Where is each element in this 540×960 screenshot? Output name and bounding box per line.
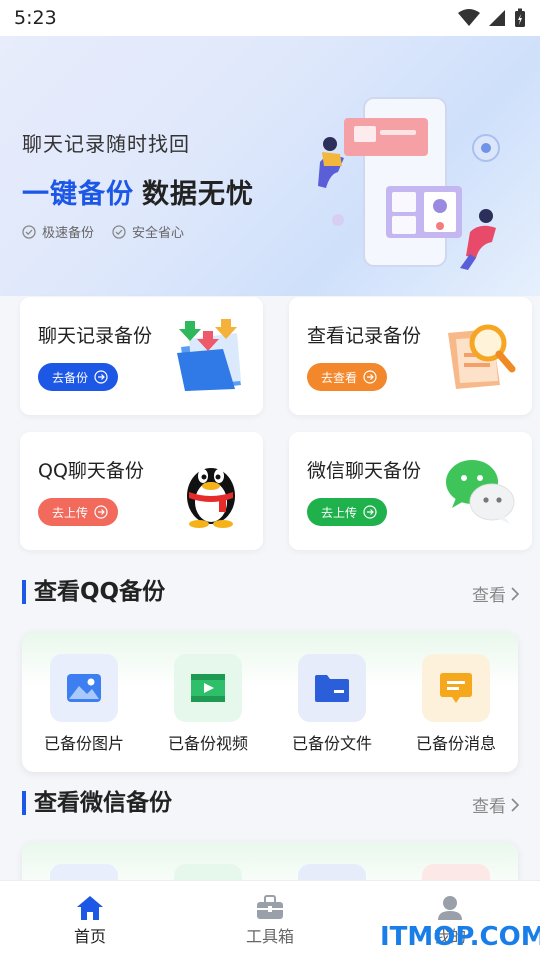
hero-subtitle: 聊天记录随时找回	[22, 132, 190, 156]
battery-icon	[515, 8, 525, 27]
status-icons	[458, 8, 526, 28]
hero-tag: 安全省心	[112, 222, 184, 241]
card-title: 查看记录备份	[307, 325, 422, 347]
chevron-right-icon	[511, 797, 520, 812]
qq-more-link[interactable]: 查看	[472, 581, 520, 606]
wechat-upload-button[interactable]: 去上传	[307, 498, 388, 526]
status-bar: 5:23	[0, 0, 540, 36]
button-label: 去上传	[52, 505, 89, 520]
hero-illustration	[318, 97, 500, 270]
backed-up-images[interactable]: 已备份图片	[22, 654, 146, 754]
folder-icon	[298, 654, 366, 722]
signal-icon	[489, 10, 505, 26]
arrow-circle-icon	[94, 505, 108, 519]
wechat-more-link[interactable]: 查看	[472, 792, 520, 817]
card-wechat-backup[interactable]: 微信聊天备份 去上传	[289, 432, 532, 550]
backed-up-messages[interactable]: 已备份消息	[394, 654, 518, 754]
hero-title-dark: 数据无忧	[142, 179, 254, 210]
message-icon	[422, 654, 490, 722]
wifi-icon	[458, 9, 480, 26]
search-document-icon	[448, 324, 516, 389]
card-title: 聊天记录备份	[38, 325, 153, 347]
user-icon	[438, 896, 462, 920]
backed-up-videos[interactable]: 已备份视频	[146, 654, 270, 754]
folder-download-icon	[177, 319, 241, 391]
check-circle-icon	[22, 224, 36, 239]
backed-up-files[interactable]: 已备份文件	[270, 654, 394, 754]
grid-label: 已备份视频	[167, 734, 248, 753]
check-circle-icon	[112, 224, 126, 239]
arrow-circle-icon	[363, 370, 377, 384]
qq-upload-button[interactable]: 去上传	[38, 498, 119, 526]
card-view-backup[interactable]: 查看记录备份 去查看	[289, 297, 532, 415]
card-title: 微信聊天备份	[307, 460, 422, 482]
hero-tag: 极速备份	[22, 222, 94, 241]
hero-banner: 聊天记录随时找回 一键备份 数据无忧 极速备份 安全省心	[0, 36, 540, 296]
card-qq-backup[interactable]: QQ聊天备份 去上传	[20, 432, 263, 550]
chevron-right-icon	[511, 586, 520, 601]
button-label: 去查看	[321, 370, 358, 385]
grid-label: 已备份文件	[291, 734, 372, 753]
qq-penguin-icon	[187, 468, 235, 528]
hero-tag-label: 安全省心	[132, 226, 185, 241]
wechat-icon	[446, 460, 515, 524]
arrow-circle-icon	[94, 370, 108, 384]
button-label: 去上传	[321, 505, 358, 520]
home-icon	[77, 896, 103, 920]
grid-label: 已备份消息	[415, 734, 496, 753]
toolbox-icon	[257, 895, 283, 919]
tab-toolbox[interactable]: 工具箱	[220, 893, 320, 947]
watermark: ITMOP.COM	[380, 922, 540, 952]
status-time: 5:23	[14, 7, 57, 29]
video-icon	[174, 654, 242, 722]
tab-label: 工具箱	[245, 927, 294, 946]
tab-label: 首页	[73, 927, 106, 946]
hero-title-blue: 一键备份	[22, 179, 134, 210]
hero-title: 一键备份 数据无忧	[22, 172, 254, 211]
go-view-button[interactable]: 去查看	[307, 363, 388, 391]
qq-backup-panel: 已备份图片 已备份视频 已备份文件 已备份消息	[22, 632, 518, 772]
wechat-section-title: 查看微信备份	[22, 791, 172, 815]
tab-home[interactable]: 首页	[40, 893, 140, 947]
card-chat-backup[interactable]: 聊天记录备份 去备份	[20, 297, 263, 415]
arrow-circle-icon	[363, 505, 377, 519]
go-backup-button[interactable]: 去备份	[38, 363, 119, 391]
image-icon	[50, 654, 118, 722]
button-label: 去备份	[52, 370, 89, 385]
hero-tag-label: 极速备份	[42, 226, 95, 241]
qq-section-title: 查看QQ备份	[22, 580, 165, 604]
more-label: 查看	[472, 797, 506, 817]
hero-tags: 极速备份 安全省心	[22, 222, 184, 241]
grid-label: 已备份图片	[43, 734, 124, 753]
more-label: 查看	[472, 586, 506, 606]
card-title: QQ聊天备份	[38, 460, 144, 482]
